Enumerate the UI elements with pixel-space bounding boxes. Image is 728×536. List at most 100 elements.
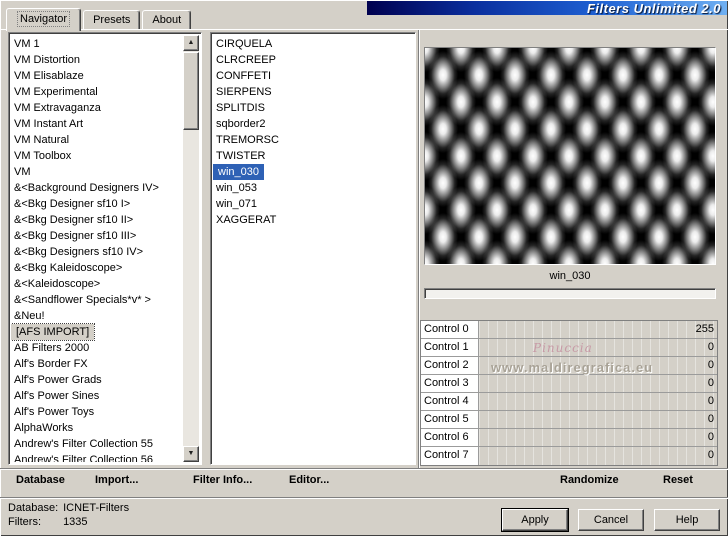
category-item[interactable]: VM Instant Art	[11, 116, 183, 132]
category-item[interactable]: VM Experimental	[11, 84, 183, 100]
filter-item[interactable]: SIERPENS	[213, 84, 413, 100]
category-item[interactable]: VM Toolbox	[11, 148, 183, 164]
category-item[interactable]: VM	[11, 164, 183, 180]
control-label: Control 0	[421, 321, 479, 338]
database-button[interactable]: Database	[16, 474, 65, 486]
category-item[interactable]: AB Filters 2000	[11, 340, 183, 356]
category-scrollbar[interactable]: ▲ ▼	[183, 35, 199, 462]
filter-info-button[interactable]: Filter Info...	[193, 474, 252, 486]
category-item[interactable]: VM 1	[11, 36, 183, 52]
control-label: Control 3	[421, 375, 479, 392]
control-slider-track[interactable]: 0	[479, 375, 717, 392]
control-row: Control 5 0	[421, 411, 717, 429]
control-label: Control 2	[421, 357, 479, 374]
randomize-button[interactable]: Randomize	[560, 474, 619, 486]
control-slider-track[interactable]: 255	[479, 321, 717, 338]
help-button[interactable]: Help	[654, 509, 720, 531]
title-bar[interactable]: Filters Unlimited 2.0	[367, 1, 727, 16]
horizontal-separator-bottom	[0, 497, 728, 499]
control-value: 0	[707, 377, 714, 389]
control-row: Control 1 0	[421, 339, 717, 357]
control-slider-track[interactable]: 0	[479, 339, 717, 356]
filter-item[interactable]: win_071	[213, 196, 413, 212]
control-row: Control 7 0	[421, 447, 717, 465]
filter-item[interactable]: win_053	[213, 180, 413, 196]
filter-item[interactable]: TREMORSC	[213, 132, 413, 148]
filters-status: Filters: 1335	[8, 516, 88, 528]
category-item[interactable]: Alf's Power Toys	[11, 404, 183, 420]
filter-item[interactable]: CONFFETI	[213, 68, 413, 84]
control-row: Control 0 255	[421, 321, 717, 339]
category-item[interactable]: &<Bkg Designer sf10 II>	[11, 212, 183, 228]
tab-strip: Navigator Presets About	[6, 8, 193, 31]
category-item[interactable]: Andrew's Filter Collection 56	[11, 452, 183, 462]
control-slider-track[interactable]: 0	[479, 357, 717, 374]
category-item[interactable]: &<Bkg Kaleidoscope>	[11, 260, 183, 276]
editor-button[interactable]: Editor...	[289, 474, 329, 486]
filter-item[interactable]: CLRCREEP	[213, 52, 413, 68]
category-item[interactable]: &<Sandflower Specials*v* >	[11, 292, 183, 308]
preview-filter-name: win_030	[549, 270, 591, 282]
category-item[interactable]: AlphaWorks	[11, 420, 183, 436]
import-button[interactable]: Import...	[95, 474, 138, 486]
apply-button[interactable]: Apply	[502, 509, 568, 531]
category-item[interactable]: &<Bkg Designers sf10 IV>	[11, 244, 183, 260]
category-item[interactable]: VM Natural	[11, 132, 183, 148]
filter-item[interactable]: CIRQUELA	[213, 36, 413, 52]
database-status-value: ICNET-Filters	[63, 502, 130, 514]
filter-item[interactable]: sqborder2	[213, 116, 413, 132]
control-slider-track[interactable]: 0	[479, 411, 717, 428]
category-item[interactable]: Andrew's Filter Collection 55	[11, 436, 183, 452]
control-value: 0	[707, 413, 714, 425]
filter-item[interactable]: XAGGERAT	[213, 212, 413, 228]
tab-label: About	[152, 14, 182, 26]
control-value: 0	[707, 341, 714, 353]
horizontal-separator-top	[0, 468, 728, 470]
filter-list-items: CIRQUELA CLRCREEP CONFFETI SIERPENS SPLITDIS…	[213, 36, 413, 462]
category-item[interactable]: Alf's Power Sines	[11, 388, 183, 404]
category-item[interactable]: &<Bkg Designer sf10 I>	[11, 196, 183, 212]
tab[interactable]: Presets	[83, 10, 141, 29]
tab[interactable]: Navigator	[6, 8, 82, 31]
filters-status-label: Filters:	[8, 516, 41, 528]
scroll-up-icon[interactable]: ▲	[183, 35, 199, 51]
control-value: 255	[695, 323, 714, 335]
control-slider-track[interactable]: 0	[479, 447, 717, 465]
control-label: Control 5	[421, 411, 479, 428]
control-label: Control 4	[421, 393, 479, 410]
category-item[interactable]: &<Bkg Designer sf10 III>	[11, 228, 183, 244]
category-item[interactable]: VM Elisablaze	[11, 68, 183, 84]
category-item[interactable]: [AFS IMPORT]	[11, 323, 96, 341]
category-item[interactable]: &<Kaleidoscope>	[11, 276, 183, 292]
category-item[interactable]: VM Extravaganza	[11, 100, 183, 116]
category-item[interactable]: Alf's Power Grads	[11, 372, 183, 388]
control-slider-track[interactable]: 0	[479, 429, 717, 446]
database-status-label: Database:	[8, 502, 59, 514]
scroll-down-icon[interactable]: ▼	[183, 446, 199, 462]
cancel-button[interactable]: Cancel	[578, 509, 644, 531]
category-list[interactable]: VM 1 VM Distortion VM Elisablaze VM Experim…	[8, 32, 202, 465]
category-list-items: VM 1 VM Distortion VM Elisablaze VM Experim…	[11, 36, 183, 462]
category-item[interactable]: &Neu!	[11, 308, 183, 324]
control-label: Control 1	[421, 339, 479, 356]
control-value: 0	[707, 449, 714, 461]
control-label: Control 6	[421, 429, 479, 446]
scrollbar-thumb[interactable]	[183, 52, 199, 130]
category-item[interactable]: Alf's Border FX	[11, 356, 183, 372]
preview-image[interactable]	[424, 47, 716, 265]
reset-button[interactable]: Reset	[663, 474, 693, 486]
category-item[interactable]: VM Distortion	[11, 52, 183, 68]
filters-unlimited-dialog: Filters Unlimited 2.0 Navigator Presets …	[0, 0, 728, 536]
filter-item[interactable]: TWISTER	[213, 148, 413, 164]
progress-bar	[424, 288, 716, 299]
tab[interactable]: About	[142, 10, 192, 29]
tab-label: Navigator	[16, 11, 71, 27]
filter-item[interactable]: SPLITDIS	[213, 100, 413, 116]
control-slider-track[interactable]: 0	[479, 393, 717, 410]
filter-list[interactable]: CIRQUELA CLRCREEP CONFFETI SIERPENS SPLITDIS…	[210, 32, 416, 465]
filter-item[interactable]: win_030	[213, 164, 264, 180]
category-item[interactable]: &<Background Designers IV>	[11, 180, 183, 196]
filters-status-value: 1335	[63, 516, 88, 528]
control-value: 0	[707, 431, 714, 443]
control-value: 0	[707, 359, 714, 371]
